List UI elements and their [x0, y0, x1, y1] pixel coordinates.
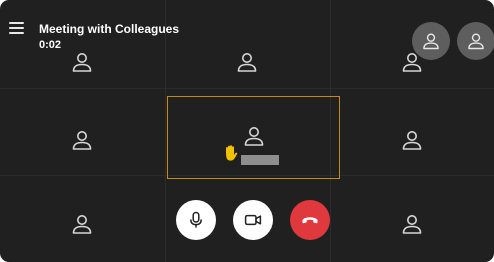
microphone-button[interactable] [176, 200, 216, 240]
microphone-icon [190, 211, 202, 228]
person-icon [70, 50, 94, 74]
participant-avatar[interactable] [457, 22, 494, 60]
person-icon [468, 33, 484, 50]
person-icon [242, 124, 266, 148]
participant-tile[interactable] [0, 0, 164, 105]
participant-tile[interactable] [0, 96, 164, 183]
participant-tile[interactable] [165, 0, 329, 105]
person-icon [70, 212, 94, 236]
person-icon [423, 33, 439, 50]
menu-icon[interactable] [9, 21, 24, 35]
person-icon [400, 128, 424, 152]
participant-tile[interactable] [0, 180, 164, 262]
video-camera-icon [244, 214, 262, 226]
person-icon [235, 50, 259, 74]
call-window: Meeting with Colleagues 0:02 [0, 0, 494, 262]
raised-hand-icon [222, 144, 240, 162]
camera-button[interactable] [233, 200, 273, 240]
call-timer: 0:02 [39, 39, 62, 51]
participant-name-placeholder [241, 155, 279, 165]
participant-tile[interactable] [330, 180, 494, 262]
participant-tile-active[interactable] [167, 96, 340, 179]
person-icon [70, 128, 94, 152]
participant-tile[interactable] [330, 96, 494, 183]
meeting-title: Meeting with Colleagues [39, 22, 180, 36]
participant-avatar[interactable] [412, 22, 450, 60]
end-call-button[interactable] [290, 200, 330, 240]
hang-up-icon [302, 217, 318, 224]
person-icon [400, 212, 424, 236]
